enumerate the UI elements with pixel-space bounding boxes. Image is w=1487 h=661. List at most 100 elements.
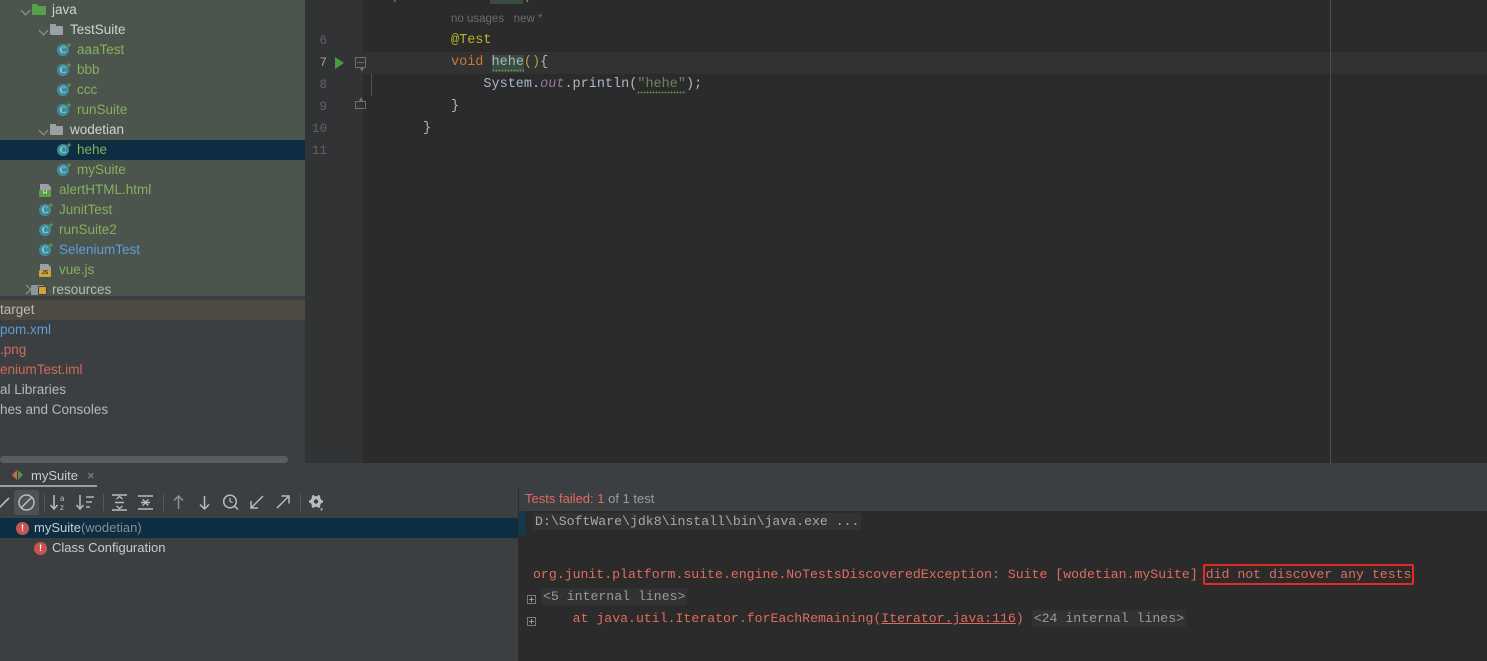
run-configuration-icon — [12, 469, 24, 481]
project-tree-item--png[interactable]: .png — [0, 340, 305, 360]
code-inlay-hint[interactable]: no usages new * — [451, 8, 542, 30]
previous-failed-test-button[interactable] — [166, 490, 191, 515]
stack-frame-link: Iterator.java:116 — [881, 611, 1016, 626]
project-tree-item-label: ccc — [77, 80, 97, 100]
project-tree-item-label: al Libraries — [0, 380, 66, 400]
console-stack-line[interactable]: at java.util.Iterator.forEachRemaining(I… — [541, 608, 1186, 630]
project-tree-item-alerthtml-html[interactable]: HalertHTML.html — [0, 180, 305, 200]
brace-token: { — [540, 55, 548, 70]
project-tree-item-label: SeleniumTest — [59, 240, 140, 260]
project-tree-item-resources[interactable]: resources — [0, 280, 305, 300]
internal-lines-5-text: <5 internal lines> — [541, 588, 687, 605]
project-tree-item-al-libraries[interactable]: al Libraries — [0, 380, 305, 400]
project-tree-item-target[interactable]: target — [0, 300, 305, 320]
run-tab-mysuite[interactable]: mySuite × — [0, 463, 105, 487]
toolbar-separator — [163, 494, 164, 511]
editor-gutter[interactable]: 6 7 8 9 10 11 — [305, 0, 363, 463]
project-tree-item-hes-and-consoles[interactable]: hes and Consoles — [0, 400, 305, 420]
project-tree-item-label: java — [52, 0, 77, 20]
collapse-all-button[interactable] — [133, 490, 158, 515]
chevron-down-icon[interactable] — [38, 120, 49, 140]
expand-internal-lines-icon[interactable] — [527, 595, 536, 604]
project-tree-item-pom-xml[interactable]: pom.xml — [0, 320, 305, 340]
system-token: System. — [483, 77, 540, 92]
export-test-results-button[interactable] — [270, 490, 295, 515]
project-tree-item-mysuite[interactable]: CmySuite — [0, 160, 305, 180]
exception-text: org.junit.platform.suite.engine.NoTestsD… — [533, 567, 1206, 582]
sort-alphabetically-button[interactable]: a z — [47, 490, 72, 515]
brace-token: } — [423, 121, 431, 136]
run-tab-bar[interactable]: mySuite × — [0, 463, 1487, 487]
test-tree-row[interactable]: mySuite (wodetian) — [0, 518, 518, 538]
project-tree-item-label: .png — [0, 340, 26, 360]
project-tree-item-hehe[interactable]: Chehe — [0, 140, 305, 160]
run-tool-window[interactable]: mySuite × a z — [0, 463, 1487, 661]
line-number: 11 — [301, 140, 327, 162]
toolbar-separator — [300, 494, 301, 511]
line-number: 8 — [301, 74, 327, 96]
brace-token: } — [451, 99, 459, 114]
code-text-area[interactable]: public void hehe( no usages new * @Test … — [363, 0, 1487, 463]
line-number: 9 — [301, 96, 327, 118]
chevron-down-icon[interactable] — [38, 20, 49, 40]
console-internal-lines-5[interactable]: <5 internal lines> — [541, 586, 687, 608]
test-results-tree[interactable]: mySuite (wodetian)Class Configuration — [0, 518, 518, 661]
show-ignored-toggle[interactable] — [14, 490, 39, 515]
scrollbar-thumb[interactable] — [0, 456, 288, 463]
code-editor[interactable]: 6 7 8 9 10 11 public void hehe( no usage… — [305, 0, 1487, 463]
inlay-usages-label: no usages — [451, 13, 504, 25]
line-number: 10 — [301, 118, 327, 140]
toolbar-separator — [44, 494, 45, 511]
java-class-icon: C — [56, 42, 73, 58]
project-tree-item-junittest[interactable]: CJunitTest — [0, 200, 305, 220]
chevron-down-icon[interactable] — [20, 0, 31, 20]
project-tree-item-label: JunitTest — [59, 200, 112, 220]
run-test-gutter-icon[interactable] — [335, 57, 344, 69]
project-tree-item-wodetian[interactable]: wodetian — [0, 120, 305, 140]
status-failed-count: 1 — [597, 491, 604, 506]
project-tree-panel[interactable]: javaTestSuiteCaaaTestCbbbCcccCrunSuitewo… — [0, 0, 305, 455]
project-tree-item-eniumtest-iml[interactable]: eniumTest.iml — [0, 360, 305, 380]
package-folder-icon — [49, 22, 66, 38]
code-line-7: void hehe(){ — [451, 52, 548, 74]
annotation-token: @Test — [451, 33, 492, 48]
svg-text:z: z — [60, 503, 64, 512]
next-failed-test-button[interactable] — [192, 490, 217, 515]
code-line-9: } — [451, 96, 459, 118]
java-class-icon: C — [38, 242, 55, 258]
project-tree-item-aaatest[interactable]: CaaaTest — [0, 40, 305, 60]
project-tree-item-runsuite2[interactable]: CrunSuite2 — [0, 220, 305, 240]
project-tree-item-label: hes and Consoles — [0, 400, 108, 420]
caret-row-highlight-right — [1331, 52, 1487, 74]
console-command-line: D:\SoftWare\jdk8\install\bin\java.exe ..… — [533, 511, 861, 533]
test-tree-label: mySuite — [34, 518, 81, 538]
project-tree-item-ccc[interactable]: Cccc — [0, 80, 305, 100]
internal-lines-24-text: <24 internal lines> — [1032, 610, 1186, 627]
expand-all-button[interactable] — [107, 490, 132, 515]
console-panel[interactable]: Tests failed: 1 of 1 test D:\SoftWare\jd… — [519, 487, 1487, 661]
test-status-strip: Tests failed: 1 of 1 test — [519, 487, 1487, 511]
expand-internal-lines-icon-2[interactable] — [527, 617, 536, 626]
project-tree-item-vue-js[interactable]: JSvue.js — [0, 260, 305, 280]
chevron-right-icon[interactable] — [20, 280, 31, 300]
java-class-icon: C — [56, 102, 73, 118]
show-passed-toggle[interactable] — [0, 490, 15, 515]
resources-folder-icon — [31, 282, 48, 298]
project-tree-item-label: vue.js — [59, 260, 94, 280]
project-tree-item-java[interactable]: java — [0, 0, 305, 20]
test-tree-row[interactable]: Class Configuration — [0, 538, 518, 558]
import-test-results-button[interactable] — [244, 490, 269, 515]
project-tree-item-bbb[interactable]: Cbbb — [0, 60, 305, 80]
test-settings-button[interactable] — [304, 490, 329, 515]
project-tree-item-seleniumtest[interactable]: CSeleniumTest — [0, 240, 305, 260]
parens-token: () — [524, 55, 540, 70]
console-output[interactable]: D:\SoftWare\jdk8\install\bin\java.exe ..… — [519, 511, 1487, 661]
status-failed-prefix: Tests failed: — [525, 491, 597, 506]
project-tree-item-testsuite[interactable]: TestSuite — [0, 20, 305, 40]
java-class-icon: C — [56, 162, 73, 178]
string-literal-token: "hehe" — [637, 77, 686, 94]
run-history-button[interactable] — [218, 490, 243, 515]
project-tree-item-runsuite[interactable]: CrunSuite — [0, 100, 305, 120]
sort-by-duration-button[interactable] — [73, 490, 98, 515]
close-icon[interactable]: × — [87, 469, 95, 482]
